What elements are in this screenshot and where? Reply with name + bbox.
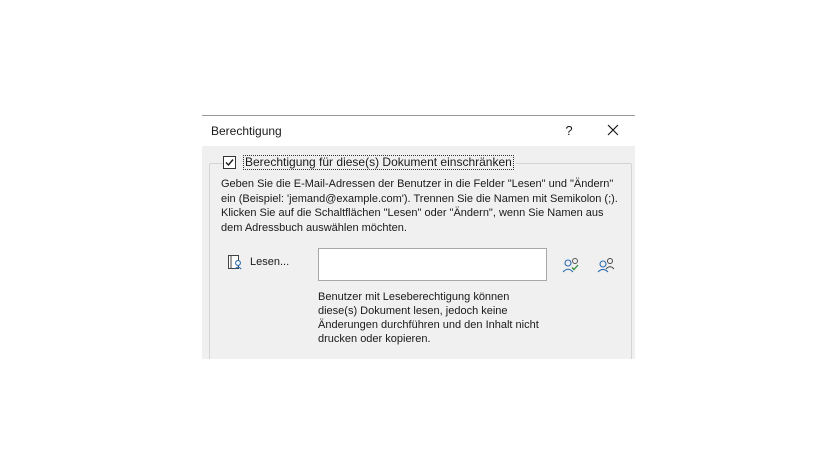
close-button[interactable]	[602, 122, 624, 140]
instructions-text: Geben Sie die E-Mail-Adressen der Benutz…	[221, 178, 618, 234]
checkmark-icon	[225, 158, 234, 166]
read-button[interactable]: Lesen...	[226, 253, 289, 271]
address-book-people-button[interactable]	[596, 256, 616, 274]
read-permission-hint: Benutzer mit Leseberechtigung können die…	[318, 291, 539, 345]
read-users-input[interactable]	[318, 248, 547, 281]
help-button[interactable]: ?	[558, 122, 580, 140]
restrict-permission-row[interactable]: Berechtigung für diese(s) Dokument einsc…	[223, 154, 516, 170]
address-book-icon	[228, 255, 242, 270]
close-icon	[607, 124, 619, 136]
check-names-icon	[562, 258, 579, 273]
read-button-label: Lesen...	[250, 256, 290, 268]
restrict-permission-label[interactable]: Berechtigung für diese(s) Dokument einsc…	[243, 154, 514, 170]
permission-dialog: Berechtigung ? Berechtigung für diese(s)…	[202, 115, 635, 359]
restrict-permission-checkbox[interactable]	[223, 155, 236, 169]
title-bar: Berechtigung ?	[202, 116, 635, 146]
check-names-button[interactable]	[561, 256, 581, 274]
address-book-people-icon	[597, 258, 615, 273]
dialog-title: Berechtigung	[211, 124, 282, 138]
